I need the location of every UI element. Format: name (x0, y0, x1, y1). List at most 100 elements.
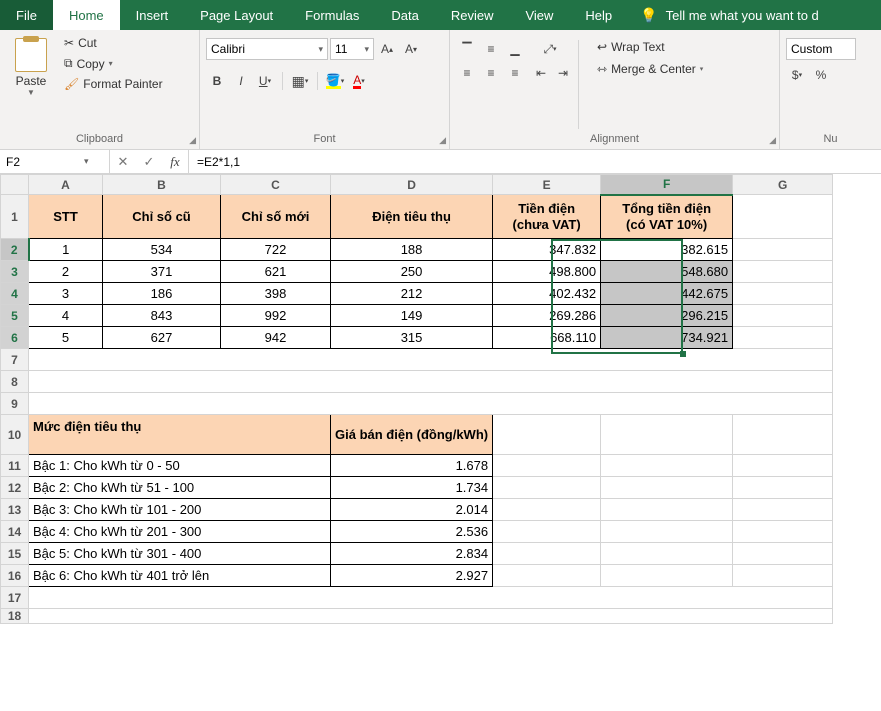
row-header-18[interactable]: 18 (1, 609, 29, 624)
clipboard-dialog-launcher-icon[interactable]: ◢ (189, 135, 196, 146)
cell-B3[interactable]: 371 (103, 261, 221, 283)
price-muc-4[interactable]: Bậc 4: Cho kWh từ 201 - 300 (29, 521, 331, 543)
col-header-G[interactable]: G (733, 175, 833, 195)
row-header-16[interactable]: 16 (1, 565, 29, 587)
cell-D3[interactable]: 250 (331, 261, 493, 283)
name-box-caret-icon[interactable]: ▾ (80, 156, 93, 167)
align-middle-icon[interactable]: ≡ (480, 38, 502, 60)
cell-E15[interactable] (493, 543, 601, 565)
cell-F6[interactable]: 734.921 (601, 327, 733, 349)
cell-B2[interactable]: 534 (103, 239, 221, 261)
fill-color-button[interactable]: 🪣▾ (324, 70, 346, 92)
row-header-11[interactable]: 11 (1, 455, 29, 477)
cell-A3[interactable]: 2 (29, 261, 103, 283)
cell-E2[interactable]: 347.832 (493, 239, 601, 261)
align-left-icon[interactable]: ≡ (456, 62, 478, 84)
tab-data[interactable]: Data (375, 0, 434, 30)
price-hdr-muc[interactable]: Mức điện tiêu thụ (29, 415, 331, 455)
col-header-F[interactable]: F (601, 175, 733, 195)
price-gia-1[interactable]: 1.678 (331, 455, 493, 477)
cell-E10[interactable] (493, 415, 601, 455)
cell-F16[interactable] (601, 565, 733, 587)
font-name-select[interactable]: Calibri▾ (206, 38, 328, 60)
row-9[interactable] (29, 393, 833, 415)
cell-A4[interactable]: 3 (29, 283, 103, 305)
increase-indent-icon[interactable]: ⇥ (552, 62, 574, 84)
row-header-1[interactable]: 1 (1, 195, 29, 239)
price-gia-3[interactable]: 2.014 (331, 499, 493, 521)
accounting-format-icon[interactable]: $▾ (786, 64, 808, 86)
bold-button[interactable]: B (206, 70, 228, 92)
cell-G16[interactable] (733, 565, 833, 587)
tab-page-layout[interactable]: Page Layout (184, 0, 289, 30)
col-header-E[interactable]: E (493, 175, 601, 195)
row-header-8[interactable]: 8 (1, 371, 29, 393)
align-top-icon[interactable]: ▔ (456, 38, 478, 60)
row-header-3[interactable]: 3 (1, 261, 29, 283)
decrease-font-icon[interactable]: A▾ (400, 38, 422, 60)
cell-G2[interactable] (733, 239, 833, 261)
tab-review[interactable]: Review (435, 0, 510, 30)
percent-format-icon[interactable]: % (810, 64, 832, 86)
cell-D6[interactable]: 315 (331, 327, 493, 349)
price-muc-6[interactable]: Bậc 6: Cho kWh từ 401 trở lên (29, 565, 331, 587)
cell-B4[interactable]: 186 (103, 283, 221, 305)
hdr-chi-so-moi[interactable]: Chỉ số mới (221, 195, 331, 239)
row-7[interactable] (29, 349, 833, 371)
hdr-chi-so-cu[interactable]: Chỉ số cũ (103, 195, 221, 239)
cell-A6[interactable]: 5 (29, 327, 103, 349)
tab-formulas[interactable]: Formulas (289, 0, 375, 30)
tab-file[interactable]: File (0, 0, 53, 30)
cell-A2[interactable]: 1 (29, 239, 103, 261)
cell-A5[interactable]: 4 (29, 305, 103, 327)
font-dialog-launcher-icon[interactable]: ◢ (439, 135, 446, 146)
row-header-14[interactable]: 14 (1, 521, 29, 543)
cell-E12[interactable] (493, 477, 601, 499)
price-gia-6[interactable]: 2.927 (331, 565, 493, 587)
cell-E4[interactable]: 402.432 (493, 283, 601, 305)
paste-icon[interactable] (15, 38, 47, 72)
row-header-4[interactable]: 4 (1, 283, 29, 305)
row-header-10[interactable]: 10 (1, 415, 29, 455)
cell-F2[interactable]: 382.615 (601, 239, 733, 261)
cell-F10[interactable] (601, 415, 733, 455)
cell-D2[interactable]: 188 (331, 239, 493, 261)
decrease-indent-icon[interactable]: ⇤ (530, 62, 552, 84)
hdr-dien-tieu-thu[interactable]: Điện tiêu thụ (331, 195, 493, 239)
cell-E6[interactable]: 668.110 (493, 327, 601, 349)
cell-F15[interactable] (601, 543, 733, 565)
align-bottom-icon[interactable]: ▁ (504, 38, 526, 60)
row-header-12[interactable]: 12 (1, 477, 29, 499)
row-17[interactable] (29, 587, 833, 609)
copy-button[interactable]: ⧉ Copy ▾ (60, 54, 167, 73)
format-painter-button[interactable]: 🖌 Format Painter (60, 75, 167, 93)
row-8[interactable] (29, 371, 833, 393)
cell-G3[interactable] (733, 261, 833, 283)
increase-font-icon[interactable]: A▴ (376, 38, 398, 60)
border-button[interactable]: ▦▾ (289, 70, 311, 92)
col-header-A[interactable]: A (29, 175, 103, 195)
col-header-D[interactable]: D (331, 175, 493, 195)
cell-F13[interactable] (601, 499, 733, 521)
cut-button[interactable]: ✂ Cut (60, 34, 167, 52)
name-box[interactable]: ▾ (0, 150, 110, 173)
tab-insert[interactable]: Insert (120, 0, 185, 30)
number-format-select[interactable]: Custom (786, 38, 856, 60)
price-gia-5[interactable]: 2.834 (331, 543, 493, 565)
formula-input[interactable] (189, 150, 881, 173)
row-header-7[interactable]: 7 (1, 349, 29, 371)
col-header-C[interactable]: C (221, 175, 331, 195)
name-box-input[interactable] (0, 155, 80, 169)
cell-E13[interactable] (493, 499, 601, 521)
cell-D4[interactable]: 212 (331, 283, 493, 305)
font-color-button[interactable]: A▾ (348, 70, 370, 92)
cell-C5[interactable]: 992 (221, 305, 331, 327)
cell-D5[interactable]: 149 (331, 305, 493, 327)
cell-G10[interactable] (733, 415, 833, 455)
cell-F4[interactable]: 442.675 (601, 283, 733, 305)
cell-F3[interactable]: 548.680 (601, 261, 733, 283)
underline-button[interactable]: U▾ (254, 70, 276, 92)
hdr-tien-dien[interactable]: Tiền điện (chưa VAT) (493, 195, 601, 239)
cell-G15[interactable] (733, 543, 833, 565)
row-header-17[interactable]: 17 (1, 587, 29, 609)
